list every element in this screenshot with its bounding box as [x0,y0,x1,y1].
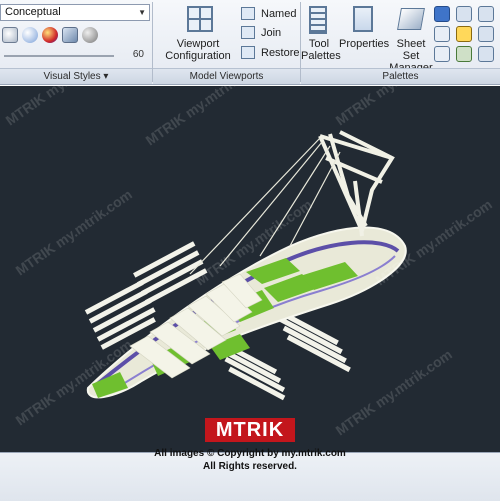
visual-styles-title-text: Visual Styles [43,71,101,82]
palette-icon[interactable] [456,26,472,42]
shadow-icon[interactable] [62,27,78,43]
join-label: Join [261,27,282,39]
viewport-config-icon [187,6,213,32]
tool-palettes-line1: Tool [308,38,330,50]
palettes-panel: Tool Palettes Properties Sheet Set Manag… [301,0,500,84]
viewport-config-button[interactable]: Viewport Configuration [159,2,237,64]
viewport-config-label: Viewport Configuration [159,38,237,62]
restore-label: Restore [261,47,300,59]
visual-styles-title[interactable]: Visual Styles ▾ [0,68,152,84]
named-button[interactable]: Named [241,6,296,22]
join-icon [241,26,255,39]
restore-icon [241,46,255,59]
tool-palettes-button[interactable]: Tool Palettes [301,2,341,64]
tool-palettes-icon [309,6,327,34]
visual-style-dropdown[interactable]: Conceptual ▼ [0,4,150,21]
palette-icon[interactable] [456,6,472,22]
shade-icon[interactable] [2,27,18,43]
palette-icon[interactable] [478,46,494,62]
sheet-set-icon [397,8,425,30]
model-viewports-panel: Viewport Configuration Named Join Restor… [153,0,300,84]
properties-label: Properties [339,38,390,50]
palette-icon-grid [434,4,500,64]
join-button[interactable]: Join [241,25,281,41]
slider-track[interactable] [4,55,114,57]
watermark-text: MTRIK my.mtrik.com [3,86,125,128]
sphere-icon[interactable] [22,27,38,43]
copyright-text: All images © Copyright by my.mtrik.com [154,448,346,459]
restore-button[interactable]: Restore [241,45,300,61]
bridge-pylon [318,130,395,237]
palette-icon[interactable] [434,46,450,62]
palette-icon[interactable] [478,6,494,22]
palette-icon[interactable] [434,6,450,22]
sheet-set-line1: Sheet Set [396,38,426,62]
watermark-text: MTRIK my.mtrik.com [143,86,265,148]
viewport-config-line1: Viewport [176,38,220,50]
palette-icon[interactable] [478,26,494,42]
visual-style-tools [2,25,98,45]
bridge-3d-model: MTRIK my.mtrik.com MTRIK my.mtrik.com MT… [3,86,495,438]
chevron-down-icon: ▼ [138,8,146,17]
watermark-text: MTRIK my.mtrik.com [333,86,455,128]
watermark-text: MTRIK my.mtrik.com [333,346,455,438]
model-viewport[interactable]: MTRIK my.mtrik.com MTRIK my.mtrik.com MT… [0,86,500,452]
watermark-tiles: MTRIK my.mtrik.com MTRIK my.mtrik.com MT… [3,86,495,438]
visual-styles-panel: Conceptual ▼ 60 Visual Styles ▾ [0,0,152,84]
ribbon: Conceptual ▼ 60 Visual Styles ▾ Viewport [0,0,500,85]
viewport-config-line2: Configuration [165,50,231,62]
material-icon[interactable] [42,27,58,43]
named-icon [241,7,255,20]
palette-icon[interactable] [434,26,450,42]
watermark-text: MTRIK my.mtrik.com [13,186,135,278]
properties-icon [353,6,373,32]
sphere-icon[interactable] [82,27,98,43]
named-label: Named [261,8,297,20]
palette-icon[interactable] [456,46,472,62]
visual-style-value: Conceptual [5,6,61,18]
model-viewports-title: Model Viewports [153,68,300,84]
mtrik-logo: MTRIK [205,418,295,442]
sheet-set-button[interactable]: Sheet Set Manager [389,2,433,74]
rights-text: All Rights reserved. [203,461,297,472]
properties-button[interactable]: Properties [339,2,389,64]
tool-palettes-label: Tool Palettes [301,38,341,62]
palettes-title: Palettes [301,68,500,84]
tool-palettes-line2: Palettes [301,50,341,62]
slider-value: 60 [132,49,144,60]
opacity-slider[interactable]: 60 [2,49,148,63]
